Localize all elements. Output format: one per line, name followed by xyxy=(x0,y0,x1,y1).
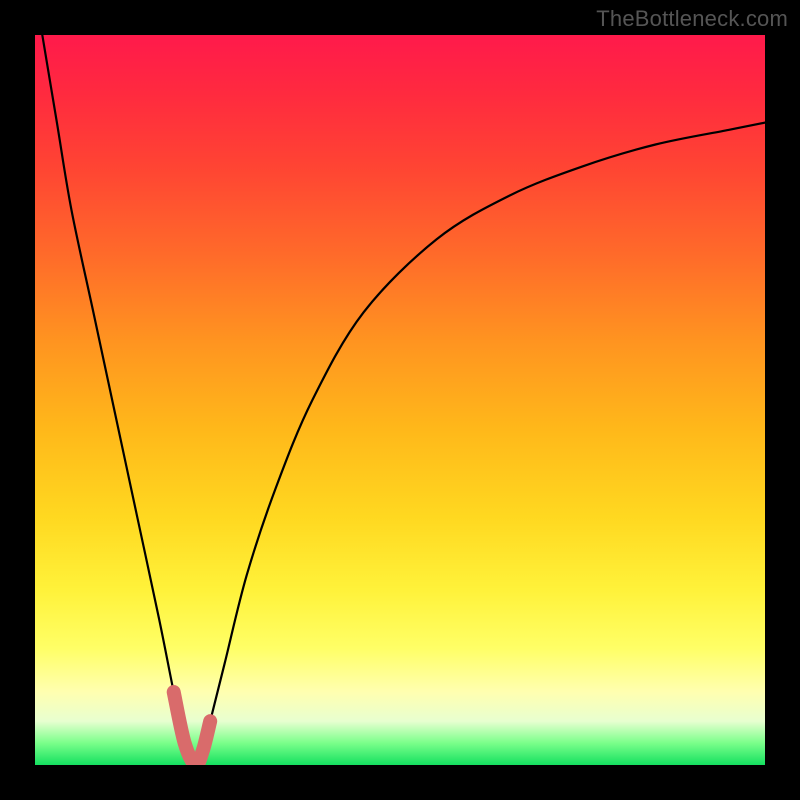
marker-band-path xyxy=(174,692,211,765)
curve-svg xyxy=(35,35,765,765)
plot-area xyxy=(35,35,765,765)
bottleneck-curve-path xyxy=(42,35,765,765)
chart-frame: TheBottleneck.com xyxy=(0,0,800,800)
watermark-text: TheBottleneck.com xyxy=(596,6,788,32)
